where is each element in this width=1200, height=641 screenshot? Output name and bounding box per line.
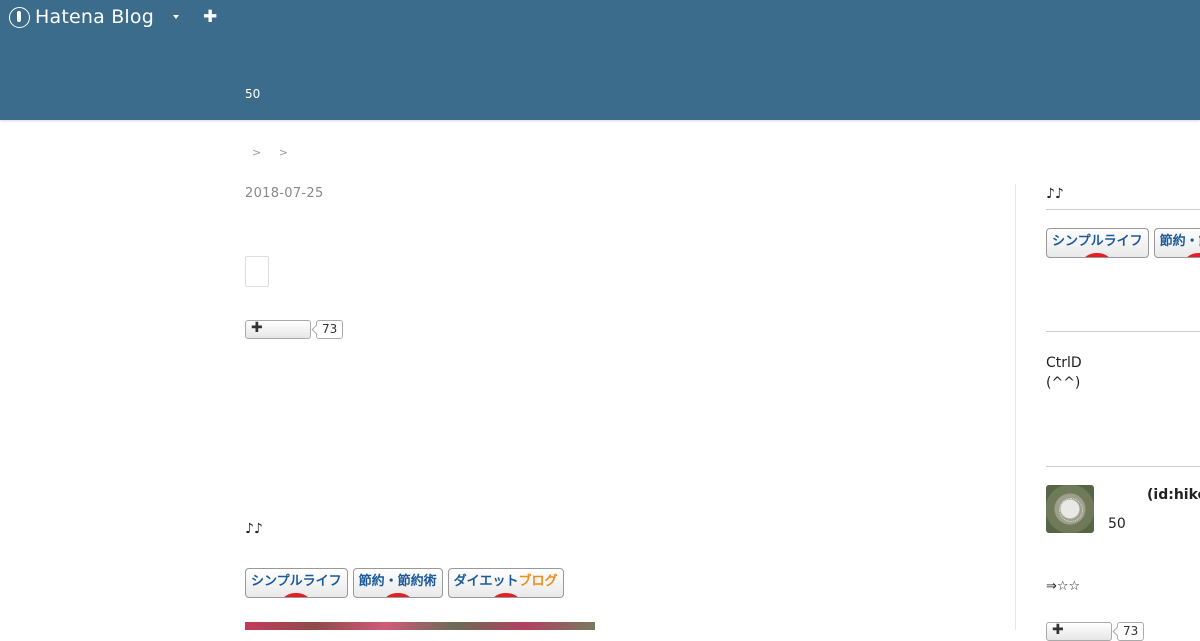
sidebar-divider (1015, 184, 1016, 630)
sidebar-music-notes: ♪♪ (1046, 186, 1064, 202)
profile-stars: ⇒☆☆ (1046, 579, 1081, 594)
sidebar-text-module: CtrlD (^^) (1046, 353, 1082, 393)
bookmark-add-button[interactable]: ✚ (245, 320, 311, 339)
bookmark-count[interactable]: 73 (316, 320, 344, 339)
setsuyaku-ranking-badge[interactable]: 節約・節約術 (352, 568, 443, 598)
sidebar-text-line: CtrlD (1046, 355, 1082, 371)
top-navigation-bar: Hatena Blog ✚ 50 (0, 0, 1200, 120)
blog-ranking-badges: シンプルライフ 節約・節約術 ダイエットブログ (245, 568, 569, 598)
menu-dropdown-icon[interactable] (173, 15, 179, 19)
sidebar-divider-line (1046, 209, 1200, 210)
breadcrumb: > > (252, 146, 302, 159)
sidebar-bookmark-widget: ✚ 73 (1046, 622, 1145, 641)
breadcrumb-separator: > (252, 146, 262, 159)
sidebar-divider-line (1046, 466, 1200, 467)
badge-label: ダイエット (453, 574, 519, 589)
profile-number: 50 (1108, 516, 1126, 532)
profile-id[interactable]: (id:hikor (1147, 487, 1200, 503)
entry-photo (245, 622, 595, 630)
plus-icon: ✚ (251, 320, 263, 336)
simple-life-ranking-badge[interactable]: シンプルライフ (1046, 228, 1149, 258)
sidebar-ranking-badges: シンプルライフ 節約・節約術 (1046, 228, 1200, 258)
profile-avatar[interactable] (1046, 485, 1094, 533)
setsuyaku-ranking-badge[interactable]: 節約・節約術 (1153, 228, 1200, 258)
badge-label: 節約・節約術 (1159, 234, 1200, 249)
bookmark-add-button[interactable]: ✚ (1046, 622, 1112, 641)
sidebar-divider-line (1046, 331, 1200, 332)
badge-label-accent: ブログ (518, 574, 558, 589)
add-post-button[interactable]: ✚ (203, 7, 217, 27)
badge-label: シンプルライフ (1052, 234, 1143, 249)
simple-life-ranking-badge[interactable]: シンプルライフ (245, 568, 348, 598)
badge-label: 節約・節約術 (358, 574, 437, 589)
bookmark-count[interactable]: 73 (1117, 622, 1145, 641)
badge-label: シンプルライフ (251, 574, 342, 589)
plus-icon: ✚ (1052, 622, 1064, 638)
logo-text: Hatena Blog (35, 6, 154, 28)
entry-thumbnail-placeholder (245, 256, 269, 287)
sidebar-text-line: (^^) (1046, 375, 1081, 391)
entry-music-notes: ♪♪ (245, 521, 263, 537)
blog-description: 50 (245, 87, 261, 101)
hatena-logo-icon (9, 6, 30, 28)
hatena-bookmark-widget: ✚ 73 (245, 320, 344, 339)
diet-blog-ranking-badge[interactable]: ダイエットブログ (447, 568, 564, 598)
entry-date[interactable]: 2018-07-25 (245, 186, 324, 201)
hatena-blog-logo[interactable]: Hatena Blog (9, 6, 154, 28)
breadcrumb-separator: > (278, 146, 288, 159)
